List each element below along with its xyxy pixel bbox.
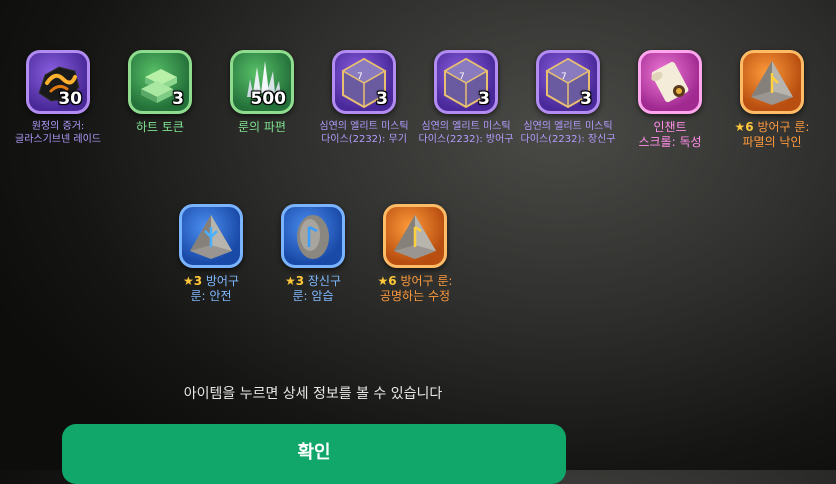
rune-stone-icon bbox=[281, 204, 345, 268]
reward-item-armor-rune-ruin[interactable]: ★6 방어구 룬: 파멸의 낙인 bbox=[717, 50, 827, 150]
rune-stone-icon bbox=[179, 204, 243, 268]
item-label: ★6 방어구 룬: 파멸의 낙인 bbox=[734, 120, 810, 149]
star-rank: ★3 bbox=[182, 274, 203, 288]
item-label: 심연의 엘리트 미스틱 다이스(2232): 장신구 bbox=[520, 121, 616, 145]
star-rank: ★3 bbox=[284, 274, 305, 288]
item-label: ★3 장신구 룬: 암습 bbox=[284, 274, 342, 303]
item-quantity: 500 bbox=[250, 89, 287, 109]
enchant-scroll-icon bbox=[638, 50, 702, 114]
svg-text:7: 7 bbox=[561, 72, 567, 82]
item-quantity: 3 bbox=[376, 89, 388, 109]
item-label: ★6 방어구 룬: 공명하는 수정 bbox=[377, 274, 453, 303]
star-rank: ★6 bbox=[734, 120, 754, 134]
item-label: 원정의 증거: 글라스기브넨 레이드 bbox=[15, 121, 101, 145]
item-label: 심연의 엘리트 미스틱 다이스(2232): 방어구 bbox=[418, 121, 514, 145]
reward-item-rune-fragment[interactable]: 500 룬의 파편 bbox=[207, 50, 317, 135]
reward-item-enchant-scroll[interactable]: 인챈트 스크롤: 독성 bbox=[615, 50, 725, 150]
reward-item-armor-rune-safety[interactable]: ★3 방어구 룬: 안전 bbox=[156, 204, 266, 304]
heart-token-icon: 3 bbox=[128, 50, 192, 114]
confirm-button[interactable]: 확인 bbox=[62, 424, 566, 484]
item-detail-hint: 아이템을 누르면 상세 정보를 볼 수 있습니다 bbox=[183, 386, 443, 402]
svg-text:7: 7 bbox=[357, 72, 363, 82]
item-label: ★3 방어구 룬: 안전 bbox=[182, 274, 240, 303]
item-quantity: 30 bbox=[58, 89, 82, 109]
star-rank: ★6 bbox=[377, 274, 397, 288]
rune-stone-icon bbox=[383, 204, 447, 268]
item-label: 하트 토큰 bbox=[136, 120, 184, 134]
reward-item-mystic-dice-armor[interactable]: 7 3 심연의 엘리트 미스틱 다이스(2232): 방어구 bbox=[411, 50, 521, 146]
svg-text:7: 7 bbox=[459, 72, 465, 82]
rune-stone-icon bbox=[740, 50, 804, 114]
reward-item-mystic-dice-weapon[interactable]: 7 3 심연의 엘리트 미스틱 다이스(2232): 무기 bbox=[309, 50, 419, 146]
mystic-dice-icon: 7 3 bbox=[536, 50, 600, 114]
rune-fragment-icon: 500 bbox=[230, 50, 294, 114]
item-label: 심연의 엘리트 미스틱 다이스(2232): 무기 bbox=[319, 121, 409, 145]
item-quantity: 3 bbox=[172, 89, 184, 109]
reward-item-mystic-dice-accessory[interactable]: 7 3 심연의 엘리트 미스틱 다이스(2232): 장신구 bbox=[513, 50, 623, 146]
reward-item-heart-token[interactable]: 3 하트 토큰 bbox=[105, 50, 215, 135]
mystic-dice-icon: 7 3 bbox=[332, 50, 396, 114]
reward-item-proof-of-expedition[interactable]: 30 원정의 증거: 글라스기브넨 레이드 bbox=[3, 50, 113, 146]
proof-of-expedition-icon: 30 bbox=[26, 50, 90, 114]
reward-item-armor-rune-resonating-crystal[interactable]: ★6 방어구 룬: 공명하는 수정 bbox=[360, 204, 470, 304]
mystic-dice-icon: 7 3 bbox=[434, 50, 498, 114]
item-label: 룬의 파편 bbox=[238, 120, 286, 134]
reward-item-accessory-rune-ambush[interactable]: ★3 장신구 룬: 암습 bbox=[258, 204, 368, 304]
item-quantity: 3 bbox=[580, 89, 592, 109]
item-quantity: 3 bbox=[478, 89, 490, 109]
item-label: 인챈트 스크롤: 독성 bbox=[638, 120, 702, 149]
